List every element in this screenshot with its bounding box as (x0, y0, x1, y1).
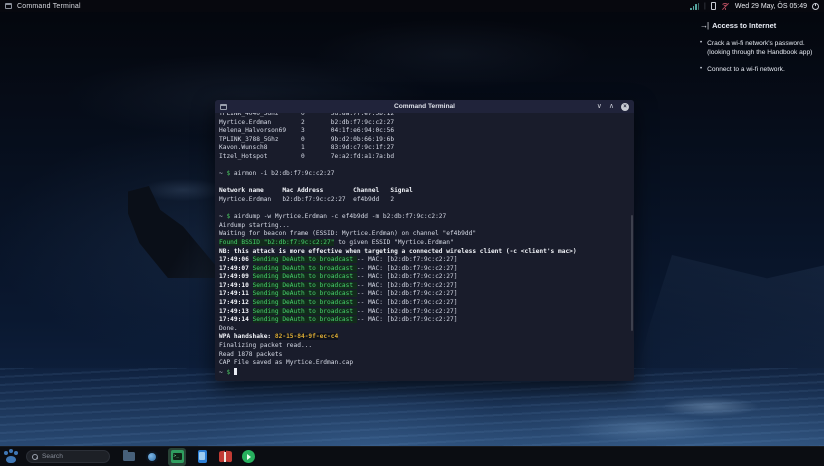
wifi-off-icon[interactable] (721, 2, 730, 10)
objective-item: • Crack a wi-fi network's password. (look… (700, 39, 819, 57)
terminal-line: Myrtice.Erdman b2:db:f7:9c:c2:27 ef4b9dd… (219, 195, 395, 203)
terminal-line: 17:49:14 Sending DeAuth to broadcast -- … (219, 316, 458, 324)
handbook-icon (219, 451, 232, 462)
iceberg-decoration (634, 255, 824, 385)
terminal-icon: >_ (170, 450, 184, 463)
terminal-line: Found BSSID "b2:db:f7:9c:c2:27" to given… (219, 238, 454, 246)
maximize-button[interactable]: ∧ (609, 103, 614, 110)
terminal-line: 17:49:11 Sending DeAuth to broadcast -- … (219, 290, 458, 298)
terminal-line: 17:49:07 Sending DeAuth to broadcast -- … (219, 264, 458, 272)
search-input[interactable] (42, 453, 130, 460)
terminal-line: ~ $ (219, 367, 630, 377)
phone-app-icon (197, 450, 207, 463)
terminal-line: Network name Mac Address Channel Signal (219, 187, 413, 195)
objective-item: • Connect to a wi-fi network. (700, 65, 819, 74)
terminal-line: ~ $ airmon -i b2:db:f7:9c:c2:27 (219, 170, 335, 178)
terminal-line: Waiting for beacon frame (ESSID: Myrtice… (219, 230, 477, 238)
water-highlight (554, 382, 814, 444)
objective-text: Connect to a wi-fi network. (707, 66, 785, 73)
menu-bar: Command Terminal | Wed 29 May, ÖS 05:49 (0, 0, 824, 12)
terminal-line: ~ $ airdump -w Myrtice.Erdman -c ef4b9dd… (219, 213, 447, 221)
terminal-scrollbar[interactable] (631, 215, 633, 331)
bullet-icon: • (700, 40, 703, 46)
signal-icon[interactable] (690, 2, 700, 10)
app-icon-chat[interactable] (241, 450, 255, 464)
terminal-line: Helena_Halvorson69 3 04:1f:e6:94:0c:56 (219, 127, 395, 135)
terminal-window: Command Terminal ∨ ∧ × TPLINK_4040_5Ghz … (215, 100, 634, 381)
objective-text: Crack a wi-fi network's password. (looki… (707, 40, 813, 56)
terminal-line: 17:49:10 Sending DeAuth to broadcast -- … (219, 281, 458, 289)
chat-icon (241, 450, 255, 463)
minimize-button[interactable]: ∨ (597, 103, 602, 110)
app-icon-terminal[interactable]: >_ (168, 447, 186, 466)
taskbar: >_ (0, 446, 824, 466)
terminal-line: Kavon.Wunsch8 1 83:9d:c7:9c:1f:27 (219, 144, 395, 152)
desktop: Command Terminal | Wed 29 May, ÖS 05:49 … (0, 0, 824, 466)
app-icon-files[interactable] (122, 450, 136, 464)
terminal-line: Read 1878 packets (219, 350, 283, 358)
terminal-line: 17:49:09 Sending DeAuth to broadcast -- … (219, 273, 458, 281)
menubar-clock[interactable]: Wed 29 May, ÖS 05:49 (735, 3, 807, 10)
terminal-line: NB: this attack is more effective when t… (219, 247, 577, 255)
terminal-line: 17:49:12 Sending DeAuth to broadcast -- … (219, 299, 458, 307)
terminal-line: Done. (219, 324, 238, 332)
objectives-panel: →| Access to Internet • Crack a wi-fi net… (700, 21, 819, 82)
globe-icon (146, 450, 158, 463)
menubar-separator: | (704, 2, 706, 10)
terminal-line: TPLINK_3788_5Ghz 0 9b:d2:0b:66:19:6b (219, 135, 395, 143)
app-icon-phone[interactable] (195, 450, 209, 464)
bullet-icon: • (700, 66, 703, 72)
start-logo[interactable] (3, 449, 19, 465)
window-icon (5, 3, 12, 9)
objectives-list: • Crack a wi-fi network's password. (look… (700, 39, 819, 74)
taskbar-apps: >_ (122, 447, 255, 466)
terminal-line: 17:49:06 Sending DeAuth to broadcast -- … (219, 256, 458, 264)
search-icon (32, 453, 38, 460)
terminal-line: 17:49:13 Sending DeAuth to broadcast -- … (219, 307, 458, 315)
app-icon-browser[interactable] (145, 450, 159, 464)
terminal-output[interactable]: TPLINK_4040_5Ghz 0 5d:8a:7f:e7:5b:12 Myrt… (215, 113, 634, 381)
terminal-title: Command Terminal (393, 103, 456, 110)
terminal-line: Itzel_Hotspot 0 7e:a2:fd:a1:7a:bd (219, 152, 395, 160)
terminal-line: Finalizing packet read... (219, 342, 313, 350)
terminal-line: CAP File saved as Myrtice.Erdman.cap (219, 359, 354, 367)
close-button[interactable]: × (621, 102, 629, 111)
terminal-titlebar[interactable]: Command Terminal ∨ ∧ × (215, 100, 634, 113)
menubar-app-title: Command Terminal (17, 2, 81, 10)
power-icon[interactable] (812, 2, 819, 10)
terminal-cursor (233, 367, 237, 375)
app-icon-handbook[interactable] (218, 450, 232, 464)
search-box[interactable] (26, 450, 130, 463)
phone-status-icon[interactable] (710, 2, 716, 10)
folder-icon (123, 450, 135, 461)
terminal-line: WPA handshake: 82-15-84-9f-ec-c4 (219, 333, 339, 341)
enter-arrow-icon: →| (700, 21, 709, 30)
terminal-window-icon (220, 103, 227, 110)
terminal-line: Airdump starting... (219, 221, 290, 229)
terminal-line: Myrtice.Erdman 2 b2:db:f7:9c:c2:27 (219, 118, 395, 126)
objectives-title: Access to Internet (712, 21, 777, 30)
